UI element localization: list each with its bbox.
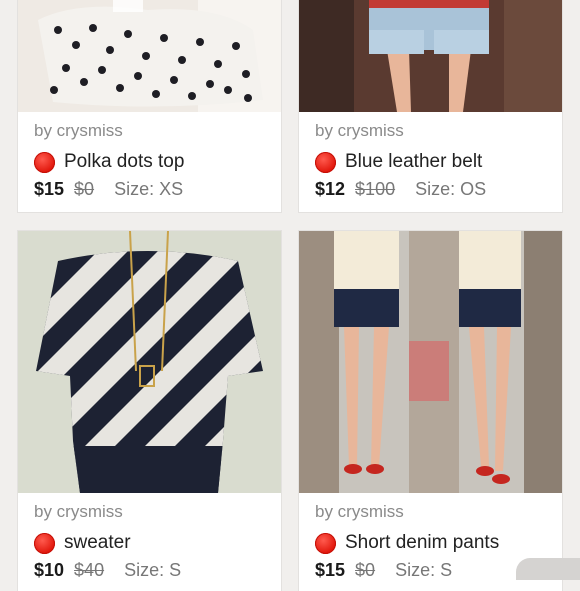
price: $12	[315, 179, 346, 199]
price-row: $15 $0 Size: XS	[34, 179, 273, 200]
listing-photo[interactable]	[18, 0, 281, 112]
price: $15	[34, 179, 65, 199]
size-label: Size: OS	[415, 179, 487, 199]
listing-title[interactable]: Short denim pants	[345, 532, 499, 554]
price: $10	[34, 560, 65, 580]
listing-title[interactable]: sweater	[64, 532, 131, 554]
original-price: $0	[355, 560, 376, 580]
listing-card[interactable]: by crysmiss Short denim pants $15 $0 Siz…	[299, 231, 562, 591]
size-label: Size: XS	[114, 179, 184, 199]
size-label: Size: S	[395, 560, 453, 580]
seller-name[interactable]: by crysmiss	[34, 502, 273, 522]
title-row: sweater	[34, 532, 273, 554]
listing-photo[interactable]	[299, 231, 562, 493]
listing-card[interactable]: by crysmiss Blue leather belt $12 $100 S…	[299, 0, 562, 212]
listing-title[interactable]: Blue leather belt	[345, 151, 482, 173]
red-dot-icon	[315, 151, 336, 173]
listing-photo[interactable]	[299, 0, 562, 112]
listing-meta: by crysmiss Blue leather belt $12 $100 S…	[315, 121, 554, 200]
price-row: $12 $100 Size: OS	[315, 179, 554, 200]
listing-meta: by crysmiss sweater $10 $40 Size: S	[34, 502, 273, 581]
red-dot-icon	[34, 151, 55, 173]
price: $15	[315, 560, 346, 580]
listing-card[interactable]: by crysmiss Polka dots top $15 $0 Size: …	[18, 0, 281, 212]
scroll-indicator	[516, 558, 580, 580]
title-row: Short denim pants	[315, 532, 554, 554]
seller-name[interactable]: by crysmiss	[315, 121, 554, 141]
listing-meta: by crysmiss Polka dots top $15 $0 Size: …	[34, 121, 273, 200]
listing-photo[interactable]	[18, 231, 281, 493]
original-price: $40	[74, 560, 105, 580]
original-price: $100	[355, 179, 396, 199]
title-row: Polka dots top	[34, 151, 273, 173]
title-row: Blue leather belt	[315, 151, 554, 173]
red-dot-icon	[34, 532, 55, 554]
listing-card[interactable]: by crysmiss sweater $10 $40 Size: S	[18, 231, 281, 591]
size-label: Size: S	[124, 560, 182, 580]
seller-name[interactable]: by crysmiss	[315, 502, 554, 522]
listing-title[interactable]: Polka dots top	[64, 151, 184, 173]
seller-name[interactable]: by crysmiss	[34, 121, 273, 141]
red-dot-icon	[315, 532, 336, 554]
price-row: $10 $40 Size: S	[34, 560, 273, 581]
original-price: $0	[74, 179, 95, 199]
